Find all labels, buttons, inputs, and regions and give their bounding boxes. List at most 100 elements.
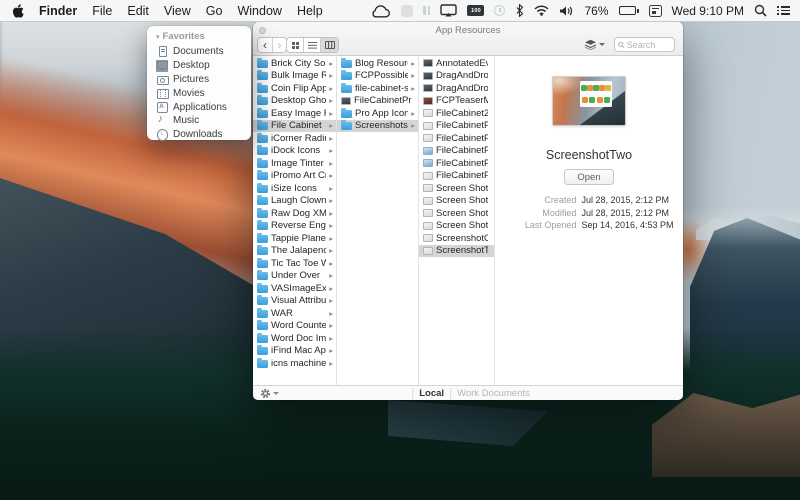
menu-item[interactable]: File	[92, 4, 112, 18]
open-button[interactable]: Open	[564, 169, 613, 185]
file-row[interactable]: file-cabinet-sv... ▸	[337, 82, 418, 95]
notification-center-icon[interactable]	[777, 6, 790, 15]
file-row[interactable]: FCPPossibleTe... ▸	[337, 70, 418, 83]
file-row[interactable]: Laugh Clown ▸	[253, 195, 336, 208]
file-row[interactable]: FileCabinetPro...	[419, 132, 494, 145]
action-menu-button[interactable]	[253, 388, 279, 399]
favorites-item[interactable]: Pictures	[156, 73, 251, 87]
file-row[interactable]: Screen Shot 2...	[419, 220, 494, 233]
file-row[interactable]: Screen Shot 2...	[419, 207, 494, 220]
favorites-item[interactable]: Movies	[156, 86, 251, 100]
folder-icon	[257, 160, 268, 168]
location-tab[interactable]: Local	[412, 388, 444, 399]
file-name: Image Tinter	[271, 158, 324, 169]
file-row[interactable]: ScreenshotOne	[419, 232, 494, 245]
active-app-menu[interactable]: Finder	[39, 4, 77, 18]
airplay-display-icon[interactable]	[440, 4, 457, 17]
apple-menu-icon[interactable]	[12, 4, 24, 18]
cloud-icon[interactable]	[370, 4, 391, 18]
calendar-app-icon[interactable]	[649, 5, 662, 17]
file-row[interactable]: Screen Shot 2...	[419, 195, 494, 208]
file-row[interactable]: Word Doc Ima... ▸	[253, 332, 336, 345]
file-row[interactable]: iSize Icons ▸	[253, 182, 336, 195]
disclosure-arrow-icon: ▸	[411, 71, 415, 80]
column-view-button[interactable]	[321, 38, 338, 52]
back-button[interactable]: ‹	[258, 38, 272, 52]
favorites-item[interactable]: Music	[156, 114, 251, 128]
file-row[interactable]: icns machine ▸	[253, 357, 336, 370]
file-row[interactable]: iDock Icons ▸	[253, 145, 336, 158]
favorites-item[interactable]: Applications	[156, 100, 251, 114]
favorites-item[interactable]: Documents	[156, 45, 251, 59]
file-row[interactable]: Desktop Ghost ▸	[253, 95, 336, 108]
file-row[interactable]: FileCabinetPro...	[419, 170, 494, 183]
search-input[interactable]	[627, 40, 671, 50]
favorites-item[interactable]: Desktop	[156, 59, 251, 73]
dimmed-clock-icon[interactable]	[494, 5, 505, 16]
file-row[interactable]: FCPTeaserMa...	[419, 95, 494, 108]
volume-icon[interactable]	[559, 5, 574, 17]
file-row[interactable]: Bulk Image Re... ▸	[253, 70, 336, 83]
menu-item[interactable]: Go	[206, 4, 223, 18]
file-row[interactable]: Tappie Plane ▸	[253, 232, 336, 245]
bluetooth-icon[interactable]	[515, 4, 524, 17]
file-row[interactable]: DragAndDropT...	[419, 82, 494, 95]
favorites-header[interactable]: ▾ Favorites	[156, 31, 251, 42]
file-row[interactable]: Blog Resources ▸	[337, 57, 418, 70]
file-row[interactable]: FileCabinet2D...	[419, 107, 494, 120]
search-field[interactable]	[614, 37, 675, 52]
favorites-item[interactable]: Downloads	[156, 128, 251, 142]
menu-item[interactable]: View	[164, 4, 191, 18]
file-row[interactable]: Brick City Solit... ▸	[253, 57, 336, 70]
file-row[interactable]: Reverse Engin... ▸	[253, 220, 336, 233]
list-view-button[interactable]	[304, 38, 321, 52]
keyboard-battery-badge[interactable]: 100	[467, 5, 484, 16]
file-row[interactable]: Screenshots ▸	[337, 120, 418, 133]
file-row[interactable]: Tic Tac Toe W... ▸	[253, 257, 336, 270]
file-row[interactable]: FileCabinetPro...	[419, 120, 494, 133]
menu-item[interactable]: Help	[297, 4, 323, 18]
file-row[interactable]: FileCabinetPro...	[419, 157, 494, 170]
file-row[interactable]: ScreenshotTwo	[419, 245, 494, 258]
icon-view-button[interactable]	[287, 38, 304, 52]
file-row[interactable]: iCorner Radius ▸	[253, 132, 336, 145]
dimmed-app-icon[interactable]	[401, 5, 413, 17]
file-row[interactable]: The Jalapeno... ▸	[253, 245, 336, 258]
file-row[interactable]: Raw Dog XML... ▸	[253, 207, 336, 220]
file-row[interactable]: Easy Image Re... ▸	[253, 107, 336, 120]
apple-logo	[12, 4, 24, 18]
file-row[interactable]: Screen Shot 2...	[419, 182, 494, 195]
image-file-icon	[423, 209, 433, 217]
file-name: ScreenshotOne	[436, 233, 488, 244]
file-row[interactable]: iFind Mac Apps ▸	[253, 345, 336, 358]
favorites-item-icon	[156, 87, 168, 99]
file-row[interactable]: Pro App Icon ▸	[337, 107, 418, 120]
battery-icon[interactable]	[619, 6, 639, 15]
wifi-icon[interactable]	[534, 5, 549, 16]
file-row[interactable]: Word Counter... ▸	[253, 320, 336, 333]
file-row[interactable]: Visual Attribut... ▸	[253, 295, 336, 308]
spotlight-search-icon[interactable]	[754, 4, 767, 17]
desktop: Finder File Edit View Go Window Help 100	[0, 0, 800, 500]
location-tab[interactable]: Work Documents	[450, 388, 530, 399]
pause-icon[interactable]	[423, 6, 430, 15]
file-row[interactable]: iPromo Art Cr... ▸	[253, 170, 336, 183]
file-row[interactable]: DragAndDrop...	[419, 70, 494, 83]
file-row[interactable]: Coin Flip App ▸	[253, 82, 336, 95]
arrange-button[interactable]	[581, 37, 607, 52]
folder-icon	[257, 197, 268, 205]
forward-button[interactable]: ›	[272, 38, 286, 52]
file-row[interactable]: Under Over ▸	[253, 270, 336, 283]
menu-item[interactable]: Edit	[127, 4, 149, 18]
menu-bar-clock[interactable]: Wed 9:10 PM	[672, 4, 744, 18]
file-row[interactable]: File Cabinet ▸	[253, 120, 336, 133]
menu-item[interactable]: Window	[237, 4, 281, 18]
file-row[interactable]: WAR ▸	[253, 307, 336, 320]
file-row[interactable]: FileCabinetPro...	[419, 145, 494, 158]
file-row[interactable]: AnnotatedEve...	[419, 57, 494, 70]
file-row[interactable]: FileCabinetPro...	[337, 95, 418, 108]
file-row[interactable]: VASImageExtr... ▸	[253, 282, 336, 295]
column-1: Brick City Solit... ▸ Bulk Image Re... ▸	[253, 56, 337, 385]
file-row[interactable]: Image Tinter ▸	[253, 157, 336, 170]
folder-icon	[257, 72, 268, 80]
